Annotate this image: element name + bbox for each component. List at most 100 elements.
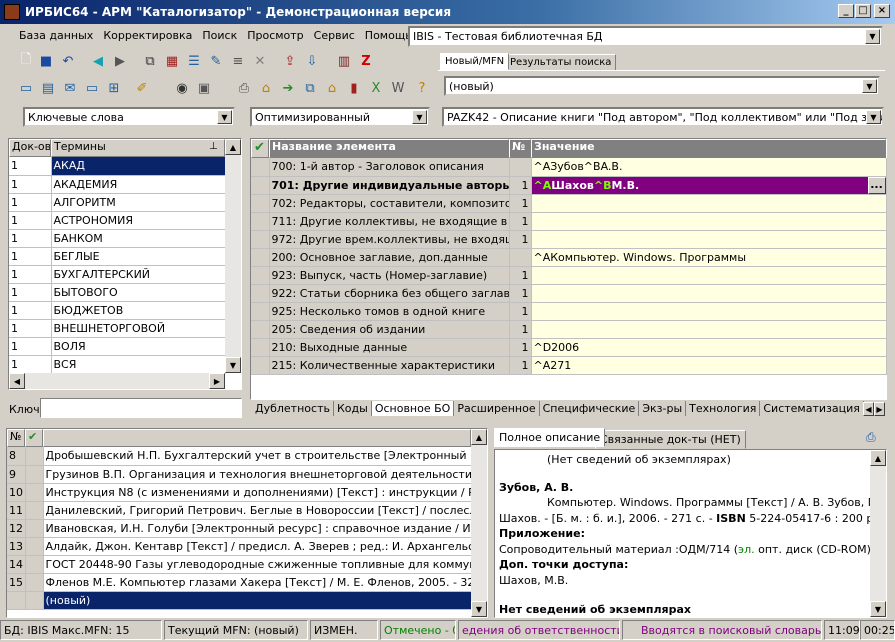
header-result-description[interactable] xyxy=(43,429,471,447)
maximize-button[interactable]: □ xyxy=(855,4,871,18)
chevron-down-icon[interactable]: ▼ xyxy=(217,110,232,124)
header-value[interactable]: Значение xyxy=(531,139,886,158)
tab-full-description[interactable]: Полное описание xyxy=(494,428,606,447)
import-icon[interactable]: ⇪ xyxy=(280,51,300,71)
tree-icon[interactable]: ⊞ xyxy=(104,78,124,98)
dictionary-vscroll[interactable]: ▲ ▼ xyxy=(225,139,241,373)
result-check[interactable] xyxy=(25,591,44,610)
minimize-button[interactable]: _ xyxy=(838,4,854,18)
field-value[interactable] xyxy=(531,320,887,339)
tab-new-mfn[interactable]: Новый/MFN xyxy=(440,53,510,70)
field-row[interactable]: 923: Выпуск, часть (Номер-заглавие) 1 xyxy=(251,266,887,285)
envelope-icon[interactable]: ✉ xyxy=(60,78,80,98)
dictionary-select[interactable]: Ключевые слова ▼ xyxy=(23,107,235,127)
field-value[interactable]: ^AКомпьютер. Windows. Программы xyxy=(531,248,887,267)
field-row[interactable]: 922: Статьи сборника без общего заглавия… xyxy=(251,284,887,303)
dictionary-row[interactable]: 1 БЮДЖЕТОВ xyxy=(9,301,226,320)
scroll-left-icon[interactable]: ◀ xyxy=(9,373,25,389)
worksheet-select[interactable]: PAZK42 - Описание книги "Под автором", "… xyxy=(442,107,884,127)
edit-icon[interactable]: ✎ xyxy=(206,51,226,71)
field-row[interactable]: 700: 1-й автор - Заголовок описания ^AЗуб… xyxy=(251,158,887,177)
mode-select[interactable]: Оптимизированный ▼ xyxy=(250,107,430,127)
header-result-check[interactable]: ✔ xyxy=(25,429,43,447)
undo-icon[interactable]: ↶ xyxy=(58,51,78,71)
field-row[interactable]: 701: Другие индивидуальные авторы 1 ^AШахо… xyxy=(251,176,887,195)
tab-search-results[interactable]: Результаты поиска xyxy=(505,54,617,71)
dictionary-row[interactable]: 1 БАНКОМ xyxy=(9,229,226,248)
excel-icon[interactable]: X xyxy=(366,78,386,98)
header-num[interactable]: № xyxy=(509,139,531,158)
disk-icon[interactable]: ▣ xyxy=(194,78,214,98)
prev-record-icon[interactable]: ◀ xyxy=(88,51,108,71)
result-row[interactable]: 14 ГОСТ 20448-90 Газы углеводородные сжиж… xyxy=(7,555,472,574)
field-value[interactable] xyxy=(531,212,887,231)
result-check[interactable] xyxy=(25,537,44,556)
field-tab[interactable]: Экз-ры xyxy=(639,401,687,416)
check-icon[interactable]: ✔ xyxy=(251,139,269,158)
field-value[interactable] xyxy=(531,302,887,321)
scroll-down-icon[interactable]: ▼ xyxy=(471,601,487,617)
message-icon[interactable]: ▭ xyxy=(82,78,102,98)
tab-scroll-left-icon[interactable]: ◀ xyxy=(863,402,874,416)
next-record-icon[interactable]: ▶ xyxy=(110,51,130,71)
pages-icon[interactable]: ⧉ xyxy=(300,78,320,98)
ellipsis-button[interactable]: ... xyxy=(867,176,885,193)
field-value[interactable]: ^D2006 xyxy=(531,338,887,357)
key-input[interactable] xyxy=(40,398,242,418)
menu-service[interactable]: Сервис xyxy=(309,27,360,45)
menu-view[interactable]: Просмотр xyxy=(242,27,308,45)
view-icon[interactable]: ◉ xyxy=(172,78,192,98)
dictionary-row[interactable]: 1 АКАД xyxy=(9,157,226,176)
menu-search[interactable]: Поиск xyxy=(197,27,242,45)
format-icon[interactable]: ≡ xyxy=(228,51,248,71)
brush-icon[interactable]: ✐ xyxy=(132,78,152,98)
lists-icon[interactable]: ☰ xyxy=(184,51,204,71)
field-row[interactable]: 925: Несколько томов в одной книге 1 xyxy=(251,302,887,321)
field-row[interactable]: 711: Другие коллективы, не входящие в за… xyxy=(251,212,887,231)
field-value[interactable]: ^AЗубов^BA.B. xyxy=(531,158,887,177)
result-row[interactable]: 12 Ивановская, И.Н. Голуби [Электронный р… xyxy=(7,519,472,538)
dictionary-row[interactable]: 1 ВСЯ xyxy=(9,355,226,374)
new-file-icon[interactable]: 🗋 xyxy=(16,51,36,71)
preview-vscroll[interactable]: ▲ ▼ xyxy=(870,450,886,617)
folder-open-icon[interactable]: ⌂ xyxy=(322,78,342,98)
result-row[interactable]: 8 Дробышевский Н.П. Бухгалтерский учет в … xyxy=(7,447,472,466)
chevron-down-icon[interactable]: ▼ xyxy=(865,29,880,44)
folder-icon[interactable]: ⌂ xyxy=(256,78,276,98)
copy-icon[interactable]: ⧉ xyxy=(140,51,160,71)
field-tab[interactable]: Расширенное xyxy=(454,401,540,416)
chevron-down-icon[interactable]: ▼ xyxy=(866,110,881,124)
result-row[interactable]: (новый) xyxy=(7,591,472,610)
chevron-down-icon[interactable]: ▼ xyxy=(862,79,877,93)
field-value-editor[interactable]: ^AШахов^BМ.В.... xyxy=(531,176,887,195)
menu-database[interactable]: База данных xyxy=(14,27,98,45)
field-row[interactable]: 972: Другие врем.коллективы, не входящие… xyxy=(251,230,887,249)
barcode-icon[interactable]: ▥ xyxy=(334,51,354,71)
field-row[interactable]: 210: Выходные данные 1 ^D2006 xyxy=(251,338,887,357)
dictionary-row[interactable]: 1 АЛГОРИТМ xyxy=(9,193,226,212)
word-icon[interactable]: W xyxy=(388,78,408,98)
record-select[interactable]: (новый) ▼ xyxy=(444,76,880,96)
pin-icon[interactable]: ⊥ xyxy=(209,141,218,152)
tab-scroll-right-icon[interactable]: ▶ xyxy=(874,402,885,416)
z3950-icon[interactable]: Z xyxy=(356,51,376,71)
result-check[interactable] xyxy=(25,573,44,592)
field-value[interactable] xyxy=(531,266,887,285)
field-tab[interactable]: Дублетность xyxy=(252,401,334,416)
dictionary-row[interactable]: 1 АКАДЕМИЯ xyxy=(9,175,226,194)
dictionary-row[interactable]: 1 БУХГАЛТЕРСКИЙ xyxy=(9,265,226,284)
chart-icon[interactable]: ▮ xyxy=(344,78,364,98)
header-element-name[interactable]: Название элемента xyxy=(269,139,509,158)
chat-icon[interactable]: ▭ xyxy=(16,78,36,98)
table-icon[interactable]: ▦ xyxy=(162,51,182,71)
dictionary-hscroll[interactable]: ◀ ▶ xyxy=(9,373,225,389)
dictionary-row[interactable]: 1 БЫТОВОГО xyxy=(9,283,226,302)
result-row[interactable]: 11 Данилевский, Григорий Петрович. Беглые… xyxy=(7,501,472,520)
result-row[interactable]: 13 Алдайк, Джон. Кентавр [Текст] / предис… xyxy=(7,537,472,556)
delete-icon[interactable]: ✕ xyxy=(250,51,270,71)
export-icon[interactable]: ⇩ xyxy=(302,51,322,71)
forward-icon[interactable]: ➔ xyxy=(278,78,298,98)
dictionary-row[interactable]: 1 АСТРОНОМИЯ xyxy=(9,211,226,230)
result-check[interactable] xyxy=(25,465,44,484)
help-icon[interactable]: ? xyxy=(412,78,432,98)
